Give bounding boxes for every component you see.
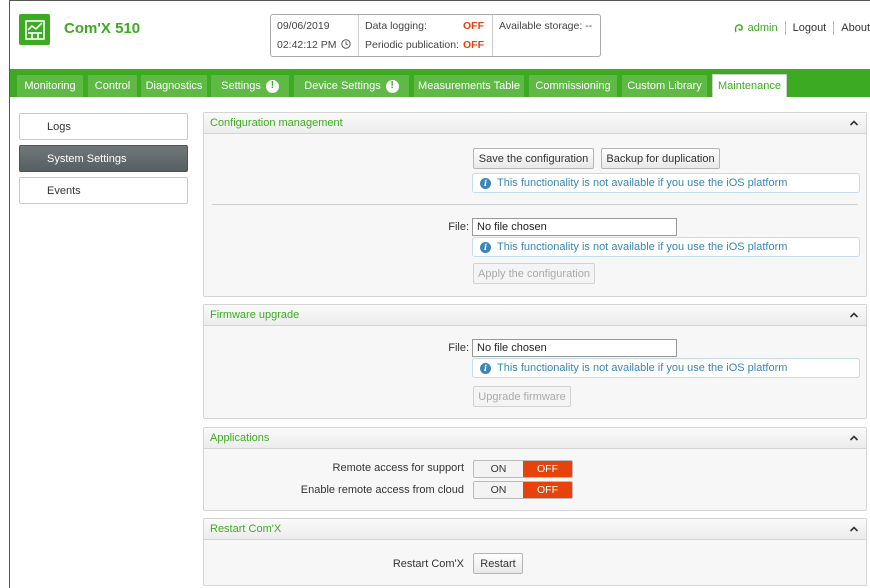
chevron-up-icon[interactable] [848, 432, 860, 444]
config-file-input[interactable]: No file chosen [472, 218, 677, 236]
sidebar-item-events[interactable]: Events [19, 177, 188, 204]
firmware-file-input[interactable]: No file chosen [472, 339, 677, 357]
tab-custom-library[interactable]: Custom Library [622, 75, 707, 97]
warning-icon: ! [265, 79, 279, 93]
info-text: This functionality is not available if y… [497, 177, 788, 189]
remote-support-label: Remote access for support [332, 462, 464, 474]
ios-info-message: i This functionality is not available if… [472, 358, 860, 378]
user-area: admin Logout About [727, 21, 870, 35]
warning-icon: ! [385, 79, 399, 93]
status-date: 09/06/2019 [277, 20, 330, 32]
header: Com'X 510 09/06/2019 02:42:12 PM Data lo… [10, 1, 870, 69]
upgrade-firmware-button[interactable]: Upgrade firmware [473, 386, 571, 407]
tab-label: Device Settings [304, 80, 381, 92]
info-icon: i [480, 241, 491, 253]
tab-label: Monitoring [24, 80, 76, 92]
app-logo [19, 14, 50, 45]
tab-label: Commissioning [535, 80, 611, 92]
toggle-on-option[interactable]: ON [474, 461, 523, 477]
tab-label: Maintenance [718, 80, 781, 92]
user-icon [734, 23, 743, 32]
app-title: Com'X 510 [64, 20, 141, 37]
admin-link[interactable]: admin [727, 21, 786, 35]
tab-control[interactable]: Control [88, 75, 137, 97]
sidebar-item-system-settings[interactable]: System Settings [19, 145, 188, 172]
info-text: This functionality is not available if y… [497, 362, 788, 374]
tab-label: Measurements Table [418, 80, 520, 92]
info-icon: i [480, 362, 491, 374]
sidebar-item-label: Logs [47, 120, 71, 133]
panel-header[interactable]: Restart Com'X [204, 519, 866, 540]
firmware-upgrade-panel: Firmware upgrade File: No file chosen i … [203, 304, 867, 419]
data-logging-label: Data logging: [365, 20, 427, 32]
periodic-publication-label: Periodic publication: [365, 39, 459, 51]
file-label: File: [448, 221, 469, 233]
remote-cloud-toggle[interactable]: ON OFF [473, 481, 573, 499]
divider [212, 204, 858, 205]
status-separator [492, 15, 493, 56]
tab-measurements-table[interactable]: Measurements Table [414, 75, 524, 97]
restart-button[interactable]: Restart [473, 553, 523, 574]
panel-title: Configuration management [210, 117, 343, 129]
configuration-management-panel: Configuration management Save the config… [203, 112, 867, 297]
panel-title: Restart Com'X [210, 523, 282, 535]
toggle-off-option[interactable]: OFF [523, 482, 572, 498]
sidebar-item-label: Events [47, 184, 81, 197]
chevron-up-icon[interactable] [848, 309, 860, 321]
sidebar-item-label: System Settings [47, 152, 127, 165]
panel-header[interactable]: Configuration management [204, 113, 866, 134]
tab-label: Settings [221, 80, 261, 92]
save-configuration-button[interactable]: Save the configuration [473, 148, 594, 169]
restart-panel: Restart Com'X Restart Com'X Restart [203, 518, 867, 586]
panel-header[interactable]: Firmware upgrade [204, 305, 866, 326]
tab-maintenance[interactable]: Maintenance [712, 74, 787, 97]
tab-label: Custom Library [627, 80, 702, 92]
tab-label: Control [94, 80, 131, 92]
ios-info-message: i This functionality is not available if… [472, 237, 860, 257]
tab-commissioning[interactable]: Commissioning [529, 75, 617, 97]
toggle-off-option[interactable]: OFF [523, 461, 572, 477]
info-text: This functionality is not available if y… [497, 241, 788, 253]
applications-panel: Applications Remote access for support O… [203, 427, 867, 511]
available-storage: Available storage: -- [499, 20, 593, 32]
periodic-publication-value: OFF [463, 39, 484, 51]
panel-header[interactable]: Applications [204, 428, 866, 449]
restart-label: Restart Com'X [392, 558, 464, 570]
status-time: 02:42:12 PM [277, 39, 352, 51]
apply-configuration-button[interactable]: Apply the configuration [473, 263, 595, 284]
data-logging-value: OFF [463, 20, 484, 32]
toggle-on-option[interactable]: ON [474, 482, 523, 498]
chevron-up-icon[interactable] [848, 523, 860, 535]
tab-device-settings[interactable]: Device Settings! [294, 75, 409, 97]
tab-label: Diagnostics [145, 80, 203, 92]
backup-duplication-button[interactable]: Backup for duplication [601, 148, 720, 169]
ios-info-message: i This functionality is not available if… [472, 173, 860, 193]
status-separator [358, 15, 359, 56]
clock-icon [341, 39, 352, 49]
status-box: 09/06/2019 02:42:12 PM Data logging: OFF… [270, 14, 601, 57]
tab-settings[interactable]: Settings! [211, 75, 289, 97]
admin-name: admin [747, 22, 778, 34]
sidebar-item-logs[interactable]: Logs [19, 113, 188, 140]
panel-title: Applications [210, 432, 270, 444]
panel-title: Firmware upgrade [210, 309, 300, 321]
main-nav: Monitoring Control Diagnostics Settings!… [10, 69, 870, 97]
file-label: File: [448, 342, 469, 354]
remote-support-toggle[interactable]: ON OFF [473, 460, 573, 478]
about-link[interactable]: About [834, 21, 870, 35]
remote-cloud-label: Enable remote access from cloud [300, 484, 464, 496]
app-frame: Com'X 510 09/06/2019 02:42:12 PM Data lo… [9, 0, 870, 588]
tab-monitoring[interactable]: Monitoring [17, 75, 83, 97]
chevron-up-icon[interactable] [848, 117, 860, 129]
building-chart-icon [24, 19, 45, 40]
logout-link[interactable]: Logout [786, 21, 835, 35]
info-icon: i [480, 177, 491, 189]
status-time-value: 02:42:12 PM [277, 39, 337, 51]
tab-diagnostics[interactable]: Diagnostics [141, 75, 207, 97]
